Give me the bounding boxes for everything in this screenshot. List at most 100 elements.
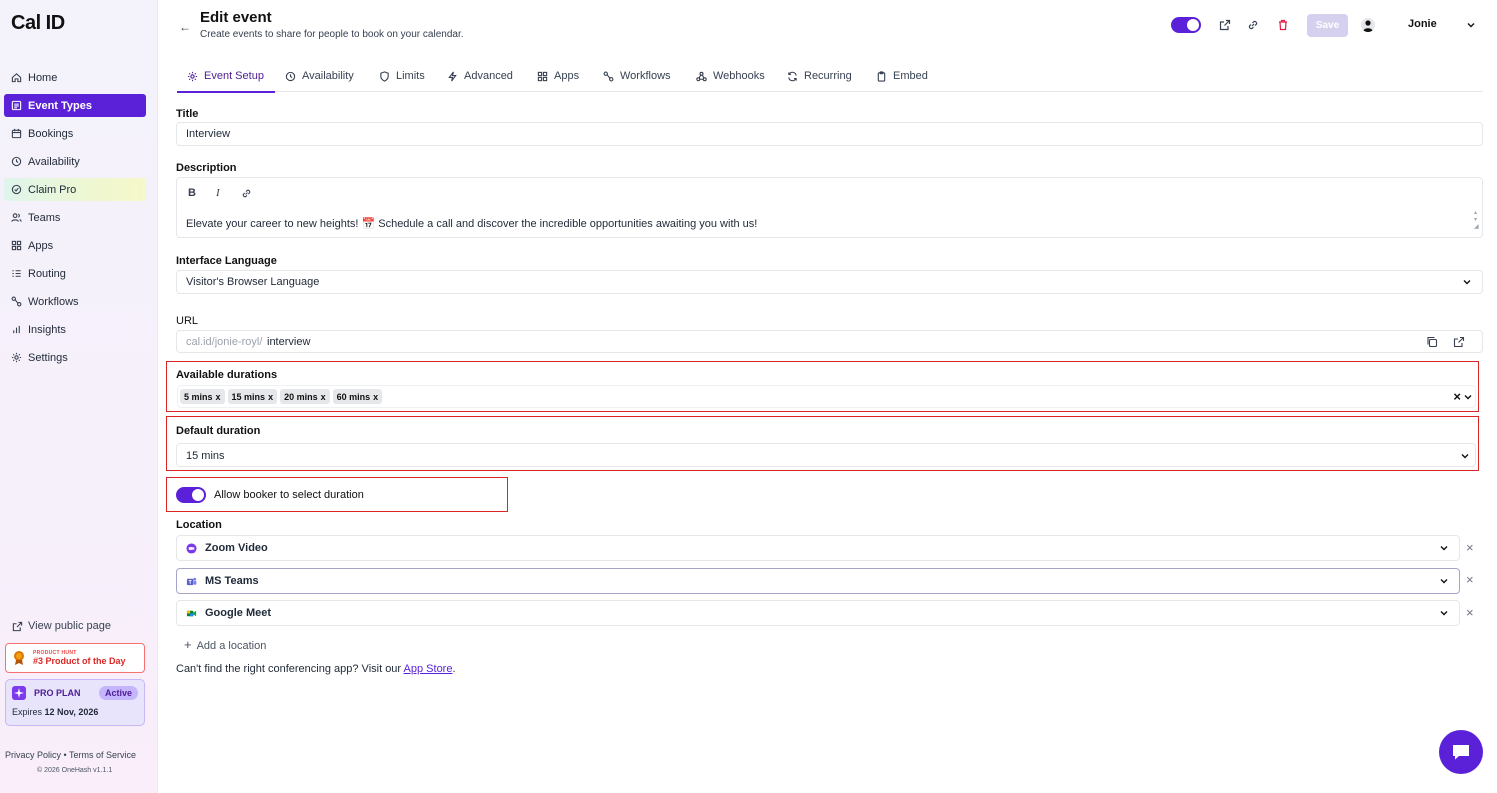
url-slug: interview bbox=[267, 336, 311, 348]
sidebar-item-insights[interactable]: Insights bbox=[4, 318, 146, 341]
remove-location-button[interactable]: × bbox=[1466, 572, 1474, 587]
chevron-down-icon bbox=[1440, 546, 1448, 551]
default-duration-select[interactable]: 15 mins bbox=[176, 443, 1476, 467]
remove-location-button[interactable]: × bbox=[1466, 605, 1474, 620]
sidebar-item-label: Apps bbox=[28, 239, 54, 252]
link-icon[interactable] bbox=[241, 188, 252, 199]
chevron-down-icon bbox=[1461, 454, 1469, 459]
remove-chip-button[interactable]: x bbox=[321, 392, 326, 402]
location-select-zoom[interactable]: Zoom Video bbox=[176, 535, 1460, 561]
webhook-icon bbox=[696, 71, 707, 81]
lightning-icon bbox=[448, 71, 457, 81]
duration-chips: 5 mins x 15 mins x 20 mins x 60 mins x bbox=[180, 389, 385, 404]
tab-webhooks[interactable]: Webhooks bbox=[696, 60, 765, 92]
sidebar-item-teams[interactable]: Teams bbox=[4, 206, 146, 229]
user-name[interactable]: Jonie bbox=[1408, 18, 1437, 30]
page-title: Edit event bbox=[200, 9, 272, 26]
tab-advanced[interactable]: Advanced bbox=[447, 60, 513, 92]
allow-select-duration-toggle[interactable] bbox=[176, 487, 206, 503]
location-name: Zoom Video bbox=[205, 542, 268, 554]
available-durations-multiselect[interactable]: 5 mins x 15 mins x 20 mins x 60 mins x × bbox=[177, 385, 1476, 408]
copy-icon[interactable] bbox=[1426, 336, 1438, 348]
shield-icon bbox=[380, 70, 389, 82]
badge-icon bbox=[11, 184, 22, 195]
sidebar-item-label: Insights bbox=[28, 323, 66, 336]
avatar[interactable] bbox=[1361, 18, 1375, 32]
sidebar-item-label: Availability bbox=[28, 155, 80, 168]
sidebar-item-settings[interactable]: Settings bbox=[4, 346, 146, 369]
duration-chip: 5 mins x bbox=[180, 389, 225, 404]
refresh-icon bbox=[788, 71, 797, 81]
italic-button[interactable]: I bbox=[216, 187, 220, 199]
clear-all-icon[interactable]: × bbox=[1453, 389, 1461, 404]
sidebar-item-bookings[interactable]: Bookings bbox=[4, 122, 146, 145]
chevron-down-icon[interactable] bbox=[1466, 20, 1476, 30]
location-select-google-meet[interactable]: Google Meet bbox=[176, 600, 1460, 626]
save-button[interactable]: Save bbox=[1307, 14, 1348, 37]
description-editor[interactable]: B I Elevate your career to new heights! … bbox=[176, 177, 1483, 238]
plan-expiry-date: 12 Nov, 2026 bbox=[44, 707, 99, 717]
footer-separator: • bbox=[63, 750, 67, 760]
event-types-icon bbox=[11, 100, 22, 111]
add-location-button[interactable]: + Add a location bbox=[184, 637, 266, 652]
trash-icon[interactable] bbox=[1277, 19, 1289, 31]
chevron-down-icon[interactable] bbox=[1463, 392, 1473, 402]
tab-limits[interactable]: Limits bbox=[379, 60, 425, 92]
tab-embed[interactable]: Embed bbox=[876, 60, 928, 92]
workflow-icon bbox=[11, 296, 22, 307]
sidebar-item-home[interactable]: Home bbox=[4, 66, 146, 89]
app-store-link[interactable]: App Store bbox=[404, 663, 453, 675]
workflow-icon bbox=[603, 71, 614, 81]
url-input[interactable]: cal.id/jonie-royl/ interview bbox=[176, 330, 1483, 353]
event-hidden-toggle[interactable] bbox=[1171, 17, 1201, 33]
bold-button[interactable]: B bbox=[188, 187, 196, 199]
home-icon bbox=[11, 73, 22, 83]
plus-icon: + bbox=[184, 637, 192, 652]
tab-workflows[interactable]: Workflows bbox=[603, 60, 671, 92]
remove-chip-button[interactable]: x bbox=[373, 392, 378, 402]
remove-chip-button[interactable]: x bbox=[216, 392, 221, 402]
external-link-icon[interactable] bbox=[1453, 336, 1465, 348]
sidebar-item-event-types[interactable]: Event Types bbox=[4, 94, 146, 117]
sidebar-item-workflows[interactable]: Workflows bbox=[4, 290, 146, 313]
product-hunt-badge[interactable]: PRODUCT HUNT #3 Product of the Day bbox=[5, 643, 145, 673]
clock-icon bbox=[285, 71, 296, 81]
default-duration-label: Default duration bbox=[176, 425, 261, 437]
location-select-ms-teams[interactable]: MS Teams bbox=[176, 568, 1460, 594]
sidebar-item-label: Settings bbox=[28, 351, 68, 364]
privacy-policy-link[interactable]: Privacy Policy bbox=[5, 750, 61, 760]
app-logo[interactable]: Cal ID bbox=[11, 12, 65, 35]
back-arrow-icon[interactable]: ← bbox=[179, 20, 191, 34]
view-public-page-link[interactable]: View public page bbox=[12, 620, 111, 632]
chevron-down-icon bbox=[1440, 611, 1448, 616]
title-input[interactable]: Interview bbox=[176, 122, 1483, 146]
gear-icon bbox=[187, 71, 198, 81]
external-link-icon[interactable] bbox=[1219, 19, 1231, 31]
medal-icon bbox=[14, 651, 24, 665]
remove-chip-button[interactable]: x bbox=[268, 392, 273, 402]
tab-availability[interactable]: Availability bbox=[285, 60, 354, 92]
sidebar-item-claim-pro[interactable]: Claim Pro bbox=[4, 178, 146, 201]
sidebar-item-routing[interactable]: Routing bbox=[4, 262, 146, 285]
calendar-icon bbox=[11, 128, 22, 139]
link-icon[interactable] bbox=[1247, 19, 1259, 31]
sidebar-item-label: Workflows bbox=[28, 295, 79, 308]
plan-expiry: Expires 12 Nov, 2026 bbox=[12, 707, 99, 717]
view-public-page-label: View public page bbox=[28, 620, 111, 632]
sidebar-item-availability[interactable]: Availability bbox=[4, 150, 146, 173]
chevron-down-icon bbox=[1463, 280, 1471, 285]
pro-plan-card[interactable]: PRO PLAN Active Expires 12 Nov, 2026 bbox=[5, 679, 145, 726]
chat-support-button[interactable] bbox=[1439, 730, 1483, 774]
clock-icon bbox=[11, 156, 22, 167]
sidebar-nav: Home Event Types Bookings Availability C… bbox=[4, 66, 146, 374]
url-label: URL bbox=[176, 315, 199, 327]
tab-recurring[interactable]: Recurring bbox=[787, 60, 852, 92]
allow-select-duration-label: Allow booker to select duration bbox=[214, 489, 364, 501]
remove-location-button[interactable]: × bbox=[1466, 540, 1474, 555]
sidebar-item-apps[interactable]: Apps bbox=[4, 234, 146, 257]
scrollbar[interactable]: ▴ ▾ ◢ bbox=[1474, 210, 1480, 232]
interface-language-select[interactable]: Visitor's Browser Language bbox=[176, 270, 1483, 294]
tab-event-setup[interactable]: Event Setup bbox=[177, 60, 275, 93]
tab-apps[interactable]: Apps bbox=[537, 60, 579, 92]
terms-of-service-link[interactable]: Terms of Service bbox=[69, 750, 136, 760]
